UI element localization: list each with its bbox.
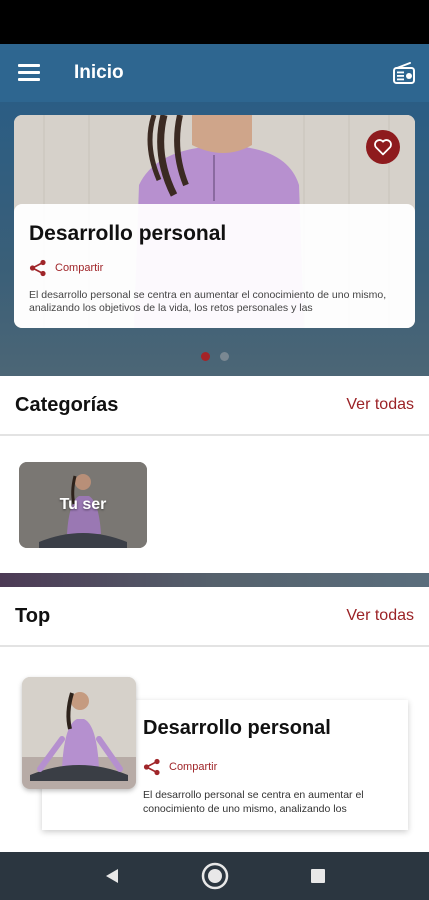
radio-icon[interactable]	[391, 60, 417, 86]
home-circle-icon	[201, 862, 228, 890]
top-title: Top	[15, 604, 51, 627]
featured-description: El desarrollo personal se centra en aume…	[29, 289, 387, 314]
hamburger-menu-icon[interactable]	[18, 64, 40, 82]
top-item-share-button[interactable]: Compartir	[143, 758, 217, 776]
share-icon	[143, 758, 160, 776]
back-button[interactable]	[92, 856, 132, 896]
recents-square-icon	[310, 869, 325, 883]
share-label: Compartir	[55, 262, 104, 274]
top-item-title: Desarrollo personal	[143, 717, 331, 739]
share-label: Compartir	[169, 761, 218, 773]
carousel-dot-1[interactable]	[200, 352, 210, 361]
category-label: Tu ser	[59, 496, 107, 513]
featured-info: Desarrollo personal Compartir El desarro…	[14, 204, 415, 328]
back-triangle-icon	[105, 869, 118, 883]
home-button[interactable]	[195, 856, 235, 896]
app-bar: Inicio	[0, 44, 429, 102]
recents-button[interactable]	[298, 856, 338, 896]
page-title: Inicio	[74, 62, 124, 83]
top-header: Top Ver todas	[0, 587, 429, 647]
share-icon	[29, 259, 46, 277]
featured-title: Desarrollo personal	[29, 222, 227, 245]
categories-see-all-link[interactable]: Ver todas	[346, 396, 414, 414]
category-tile[interactable]: Tu ser	[19, 462, 147, 548]
status-bar	[0, 0, 429, 44]
carousel-dot-2[interactable]	[219, 352, 229, 361]
heart-icon	[374, 139, 392, 156]
share-button[interactable]: Compartir	[29, 259, 400, 277]
featured-carousel: Desarrollo personal Compartir El desarro…	[0, 102, 429, 376]
categories-header: Categorías Ver todas	[0, 376, 429, 436]
top-item-photo	[22, 677, 136, 789]
categories-title: Categorías	[15, 393, 119, 416]
carousel-indicator	[0, 352, 429, 361]
section-divider	[0, 573, 429, 587]
featured-card[interactable]: Desarrollo personal Compartir El desarro…	[14, 115, 415, 328]
top-see-all-link[interactable]: Ver todas	[346, 607, 414, 625]
favorite-button[interactable]	[366, 130, 400, 164]
top-item-description: El desarrollo personal se centra en aume…	[143, 789, 364, 815]
system-nav-bar	[0, 852, 429, 900]
top-item-thumbnail[interactable]	[22, 677, 136, 789]
